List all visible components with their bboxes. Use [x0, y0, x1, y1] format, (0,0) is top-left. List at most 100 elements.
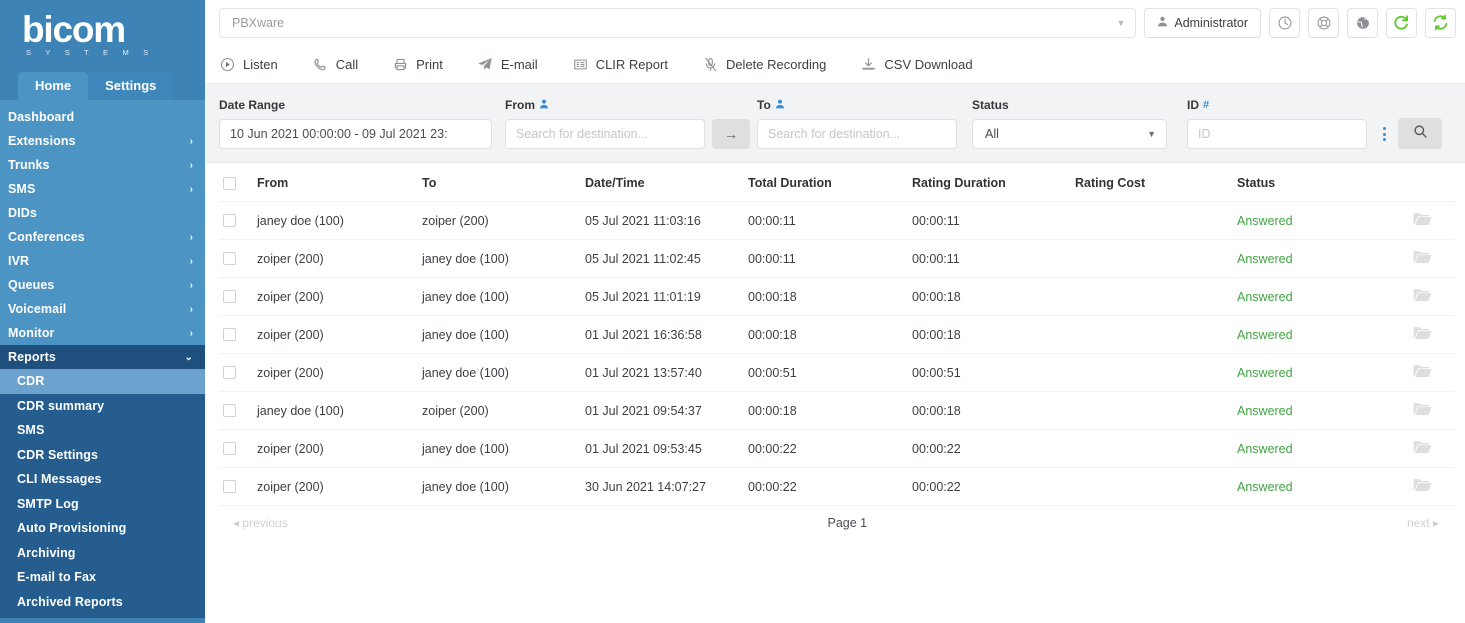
sidebar-item-email-to-fax[interactable]: E-mail to Fax [0, 565, 205, 590]
folder-open-icon[interactable] [1413, 363, 1432, 382]
row-checkbox[interactable] [223, 404, 236, 417]
search-button[interactable] [1398, 118, 1442, 149]
table-row[interactable]: janey doe (100) zoiper (200) 05 Jul 2021 1… [219, 201, 1455, 240]
sidebar-item-label: IVR [8, 254, 30, 268]
row-select-cell [219, 391, 257, 430]
sidebar-item-cdr-summary[interactable]: CDR summary [0, 394, 205, 419]
to-input[interactable]: Search for destination... [757, 119, 957, 149]
delete-recording-button[interactable]: Delete Recording [702, 56, 826, 73]
sidebar-item-archived-reports[interactable]: Archived Reports [0, 590, 205, 615]
header-rating-cost[interactable]: Rating Cost [1075, 163, 1237, 202]
print-button[interactable]: Print [392, 56, 443, 73]
sidebar-item-monitor[interactable]: Monitor › [0, 321, 205, 345]
chevron-right-icon: › [189, 303, 193, 315]
sidebar-item-archiving[interactable]: Archiving [0, 541, 205, 566]
refresh-icon-button[interactable] [1386, 7, 1417, 38]
folder-open-icon[interactable] [1413, 477, 1432, 496]
next-page-button[interactable]: next ▸ [1407, 516, 1439, 530]
sidebar-item-sms[interactable]: SMS › [0, 177, 205, 201]
search-icon [1413, 124, 1428, 144]
sidebar-item-auto-provisioning[interactable]: Auto Provisioning [0, 516, 205, 541]
header-from[interactable]: From [257, 163, 422, 202]
folder-open-icon[interactable] [1413, 325, 1432, 344]
sidebar-item-sms-report[interactable]: SMS [0, 418, 205, 443]
id-input[interactable]: ID [1187, 119, 1367, 149]
header-status[interactable]: Status [1237, 163, 1389, 202]
table-row[interactable]: zoiper (200) janey doe (100) 01 Jul 2021 1… [219, 353, 1455, 392]
call-button[interactable]: Call [312, 56, 358, 73]
dot [1382, 138, 1386, 141]
table-row[interactable]: zoiper (200) janey doe (100) 01 Jul 2021 1… [219, 315, 1455, 354]
top-bar: PBXware ▼ Administrator [205, 0, 1465, 45]
user-menu-button[interactable]: Administrator [1144, 7, 1261, 38]
folder-open-icon[interactable] [1413, 211, 1432, 230]
clir-report-button[interactable]: CLIR Report [572, 56, 668, 73]
date-range-input[interactable]: 10 Jun 2021 00:00:00 - 09 Jul 2021 23: [219, 119, 492, 149]
sidebar-item-dids[interactable]: DIDs [0, 201, 205, 225]
table-row[interactable]: zoiper (200) janey doe (100) 05 Jul 2021 1… [219, 277, 1455, 316]
sidebar-item-cli-messages[interactable]: CLI Messages [0, 467, 205, 492]
sidebar-item-voicemail[interactable]: Voicemail › [0, 297, 205, 321]
email-button[interactable]: E-mail [477, 56, 538, 73]
swap-direction-button[interactable]: → [712, 119, 750, 149]
cell-rating-cost [1075, 467, 1237, 506]
more-options-button[interactable] [1377, 119, 1391, 149]
sidebar-item-dashboard[interactable]: Dashboard [0, 105, 205, 129]
row-checkbox[interactable] [223, 366, 236, 379]
user-icon [775, 99, 785, 112]
lifebuoy-icon-button[interactable] [1308, 7, 1339, 38]
table-row[interactable]: zoiper (200) janey doe (100) 30 Jun 2021 1… [219, 467, 1455, 506]
row-select-cell [219, 239, 257, 278]
cell-datetime: 01 Jul 2021 09:54:37 [585, 391, 748, 430]
folder-open-icon[interactable] [1413, 439, 1432, 458]
sidebar-item-cdr[interactable]: CDR [0, 369, 205, 394]
header-total-duration[interactable]: Total Duration [748, 163, 912, 202]
header-rating-duration[interactable]: Rating Duration [912, 163, 1075, 202]
folder-open-icon[interactable] [1413, 249, 1432, 268]
listen-button[interactable]: Listen [219, 56, 278, 73]
status-select[interactable]: All ▼ [972, 119, 1167, 149]
sidebar-item-conferences[interactable]: Conferences › [0, 225, 205, 249]
row-checkbox[interactable] [223, 290, 236, 303]
from-input[interactable]: Search for destination... [505, 119, 705, 149]
cell-datetime: 05 Jul 2021 11:01:19 [585, 277, 748, 316]
table-row[interactable]: janey doe (100) zoiper (200) 01 Jul 2021 0… [219, 391, 1455, 430]
globe-icon-button[interactable] [1347, 7, 1378, 38]
tab-home[interactable]: Home [18, 72, 89, 100]
table-row[interactable]: zoiper (200) janey doe (100) 01 Jul 2021 0… [219, 429, 1455, 468]
row-checkbox[interactable] [223, 480, 236, 493]
sidebar-item-trunks[interactable]: Trunks › [0, 153, 205, 177]
sidebar-item-reports[interactable]: Reports ⌄ [0, 345, 205, 369]
sidebar-item-extensions[interactable]: Extensions › [0, 129, 205, 153]
cell-actions [1389, 315, 1455, 354]
cell-from: zoiper (200) [257, 353, 422, 392]
sidebar-item-ivr[interactable]: IVR › [0, 249, 205, 273]
sidebar-item-queues[interactable]: Queues › [0, 273, 205, 297]
table-row[interactable]: zoiper (200) janey doe (100) 05 Jul 2021 1… [219, 239, 1455, 278]
hash-icon: # [1203, 99, 1210, 111]
csv-download-button[interactable]: CSV Download [860, 56, 973, 73]
row-checkbox[interactable] [223, 252, 236, 265]
server-select[interactable]: PBXware ▼ [219, 7, 1137, 38]
row-checkbox[interactable] [223, 214, 236, 227]
cell-rating-duration: 00:00:22 [912, 467, 1075, 506]
tab-settings[interactable]: Settings [88, 72, 174, 100]
sidebar-item-smtp-log[interactable]: SMTP Log [0, 492, 205, 517]
folder-open-icon[interactable] [1413, 401, 1432, 420]
brand-logo[interactable]: bicom S Y S T E M S [0, 0, 205, 68]
row-checkbox[interactable] [223, 328, 236, 341]
sync-icon-button[interactable] [1425, 7, 1456, 38]
row-checkbox[interactable] [223, 442, 236, 455]
previous-page-button[interactable]: ◂ previous [233, 516, 288, 530]
select-all-checkbox[interactable] [223, 176, 236, 190]
status-badge: Answered [1237, 391, 1389, 430]
header-datetime[interactable]: Date/Time [585, 163, 748, 202]
chevron-right-icon: › [189, 159, 193, 171]
clir-report-label: CLIR Report [595, 56, 668, 72]
clock-icon-button[interactable] [1269, 7, 1300, 38]
cell-from: zoiper (200) [257, 277, 422, 316]
header-to[interactable]: To [422, 163, 585, 202]
status-label: Status [972, 98, 1009, 112]
folder-open-icon[interactable] [1413, 287, 1432, 306]
sidebar-item-cdr-settings[interactable]: CDR Settings [0, 443, 205, 468]
